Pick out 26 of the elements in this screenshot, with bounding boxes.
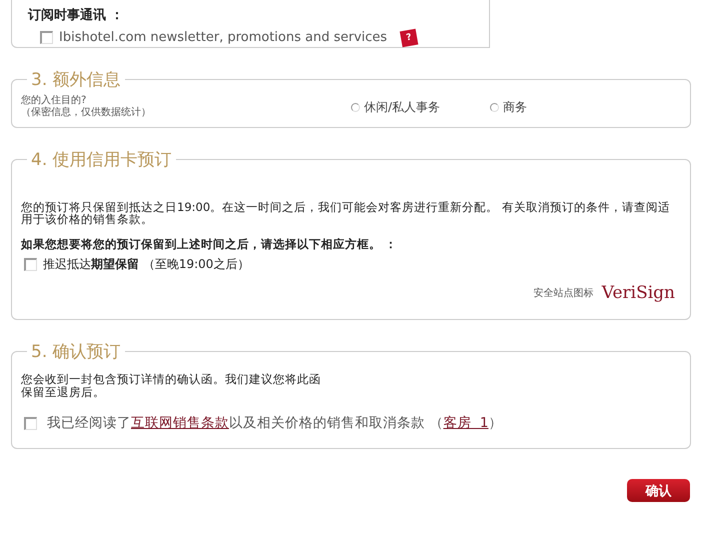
privacy-note: （保密信息，仅供数据统计） (21, 107, 152, 119)
help-button[interactable]: ? (400, 28, 418, 48)
hold-notice: 您的预订将只保留到抵达之日19:00。在这一时间之后，我们可能会对客房进行重新分配。 有关取消预订的条件，请查阅适用于该价格的销售条款。 (21, 201, 671, 225)
section-title: 3. 额外信息 (31, 70, 121, 90)
terms-link[interactable]: 互联网销售条款 (131, 415, 229, 431)
verisign-logo: VeriSign (602, 283, 675, 303)
confirm-button[interactable]: 确认 (627, 479, 690, 502)
hold-prompt: 如果您想要将您的预订保留到上述时间之后，请选择以下相应方框。 ： (21, 237, 398, 252)
terms-agreement: 我已经阅读了互联网销售条款以及相关价格的销售和取消条款 （客房 1） (47, 414, 502, 432)
option-label: 休闲/私人事务 (364, 98, 440, 116)
secure-site-label: 安全站点图标 (534, 286, 594, 300)
newsletter-label: Ibishotel.com newsletter, promotions and services (59, 30, 388, 45)
confirmation-notice-line: 保留至退房后。 (21, 386, 106, 399)
radio-button[interactable] (351, 102, 360, 112)
newsletter-heading: 订阅时事通讯 ： (28, 7, 125, 24)
radio-button[interactable] (490, 102, 500, 112)
checkbox[interactable] (40, 31, 53, 44)
section-title: 4. 使用信用卡预订 (31, 150, 172, 170)
room-link[interactable]: 客房 1 (443, 415, 488, 431)
checkbox[interactable] (24, 258, 37, 271)
section-title: 5. 确认预订 (31, 342, 121, 362)
option-label: 商务 (503, 98, 528, 116)
late-arrival-label: 推迟抵达期望保留 （至晚19:00之后） (43, 256, 250, 273)
purpose-question: 您的入住目的? (21, 95, 88, 106)
checkbox[interactable] (24, 416, 37, 430)
confirmation-notice-line: 您会收到一封包含预订详情的确认函。我们建议您将此函 (21, 373, 322, 386)
